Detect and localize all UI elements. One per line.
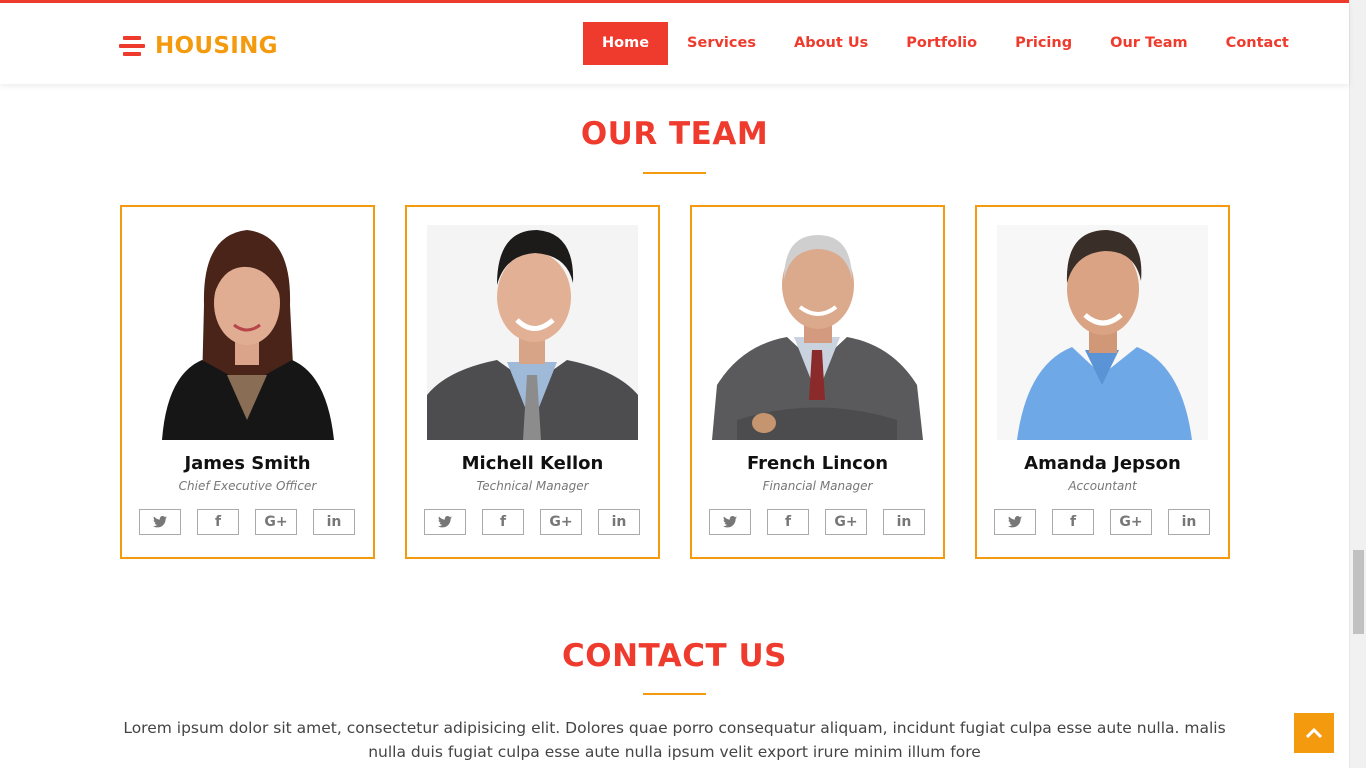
google-plus-icon[interactable]: G+ <box>825 509 867 535</box>
linkedin-icon[interactable]: in <box>313 509 355 535</box>
member-name: French Lincon <box>746 453 889 474</box>
member-photo <box>712 225 923 440</box>
contact-section-title: CONTACT US <box>562 638 787 674</box>
member-photo <box>427 225 638 440</box>
facebook-icon[interactable]: f <box>482 509 524 535</box>
nav-item-portfolio[interactable]: Portfolio <box>887 22 996 65</box>
member-photo <box>997 225 1208 440</box>
twitter-icon[interactable] <box>994 509 1036 535</box>
social-links: f G+ in <box>709 509 925 535</box>
member-name: James Smith <box>184 453 311 474</box>
team-card: French Lincon Financial Manager f G+ in <box>690 205 945 559</box>
member-role: Chief Executive Officer <box>178 479 317 493</box>
member-name: Michell Kellon <box>461 453 604 474</box>
team-section-title: OUR TEAM <box>580 116 769 152</box>
member-role: Accountant <box>1068 479 1137 493</box>
back-to-top-button[interactable] <box>1294 713 1334 753</box>
twitter-icon[interactable] <box>709 509 751 535</box>
nav-item-home[interactable]: Home <box>583 22 669 65</box>
team-card: James Smith Chief Executive Officer f G+… <box>120 205 375 559</box>
main-nav: Home Services About Us Portfolio Pricing… <box>583 22 1308 65</box>
logo-icon <box>119 36 145 56</box>
team-card: Michell Kellon Technical Manager f G+ in <box>405 205 660 559</box>
linkedin-icon[interactable]: in <box>1168 509 1210 535</box>
google-plus-icon[interactable]: G+ <box>540 509 582 535</box>
nav-item-services[interactable]: Services <box>668 22 775 65</box>
team-title-divider <box>643 172 706 174</box>
facebook-icon[interactable]: f <box>767 509 809 535</box>
member-role: Technical Manager <box>476 479 589 493</box>
team-card: Amanda Jepson Accountant f G+ in <box>975 205 1230 559</box>
linkedin-icon[interactable]: in <box>883 509 925 535</box>
twitter-icon[interactable] <box>139 509 181 535</box>
nav-item-our-team[interactable]: Our Team <box>1091 22 1207 65</box>
google-plus-icon[interactable]: G+ <box>255 509 297 535</box>
chevron-up-icon <box>1306 728 1322 738</box>
vertical-scrollbar[interactable] <box>1349 0 1366 768</box>
social-links: f G+ in <box>139 509 355 535</box>
nav-item-contact[interactable]: Contact <box>1207 22 1308 65</box>
linkedin-icon[interactable]: in <box>598 509 640 535</box>
nav-item-about-us[interactable]: About Us <box>775 22 887 65</box>
google-plus-icon[interactable]: G+ <box>1110 509 1152 535</box>
social-links: f G+ in <box>424 509 640 535</box>
scrollbar-thumb[interactable] <box>1353 550 1364 634</box>
brand-logo[interactable]: HOUSING <box>119 33 278 59</box>
twitter-icon[interactable] <box>424 509 466 535</box>
contact-title-divider <box>643 693 706 695</box>
social-links: f G+ in <box>994 509 1210 535</box>
contact-description: Lorem ipsum dolor sit amet, consectetur … <box>123 719 1226 761</box>
site-header: HOUSING Home Services About Us Portfolio… <box>0 3 1349 84</box>
facebook-icon[interactable]: f <box>197 509 239 535</box>
facebook-icon[interactable]: f <box>1052 509 1094 535</box>
brand-name: HOUSING <box>155 33 278 59</box>
member-name: Amanda Jepson <box>1024 453 1181 474</box>
member-role: Financial Manager <box>762 479 873 493</box>
member-photo <box>142 225 353 440</box>
nav-item-pricing[interactable]: Pricing <box>996 22 1091 65</box>
